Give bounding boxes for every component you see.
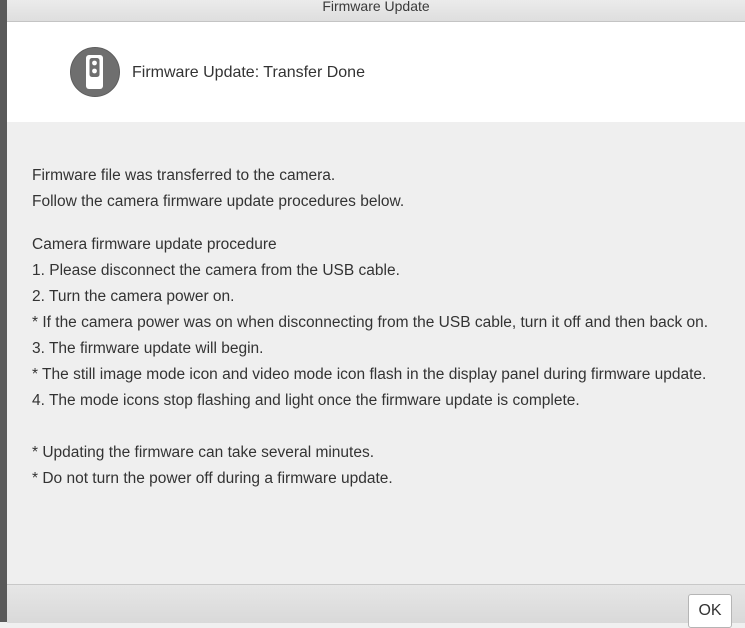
status-heading: Firmware Update: Transfer Done (132, 64, 365, 81)
warning-note: * Updating the firmware can take several… (32, 444, 375, 461)
message-line: Firmware file was transferred to the cam… (32, 167, 336, 184)
procedure-step: 2. Turn the camera power on. (32, 288, 235, 305)
dialog-titlebar[interactable]: Firmware Update (7, 0, 745, 22)
dialog-footer: OK (7, 584, 745, 628)
message-line: Follow the camera firmware update proced… (32, 193, 405, 210)
procedure-note: * The still image mode icon and video mo… (32, 366, 707, 383)
message-body: Firmware file was transferred to the cam… (32, 163, 732, 492)
procedure-step: 1. Please disconnect the camera from the… (32, 262, 400, 279)
dialog-title: Firmware Update (322, 0, 430, 14)
procedure-step: 3. The firmware update will begin. (32, 340, 264, 357)
procedure-heading: Camera firmware update procedure (32, 236, 277, 253)
firmware-update-dialog: Firmware Update Firmware Update: Transfe… (7, 0, 745, 628)
ok-button[interactable]: OK (688, 594, 732, 628)
warning-note: * Do not turn the power off during a fir… (32, 470, 393, 487)
camera-icon (70, 47, 120, 97)
background-window-edge (0, 0, 7, 622)
dialog-header: Firmware Update: Transfer Done (7, 22, 745, 122)
procedure-note: * If the camera power was on when discon… (32, 314, 709, 331)
procedure-step: 4. The mode icons stop flashing and ligh… (32, 392, 580, 409)
